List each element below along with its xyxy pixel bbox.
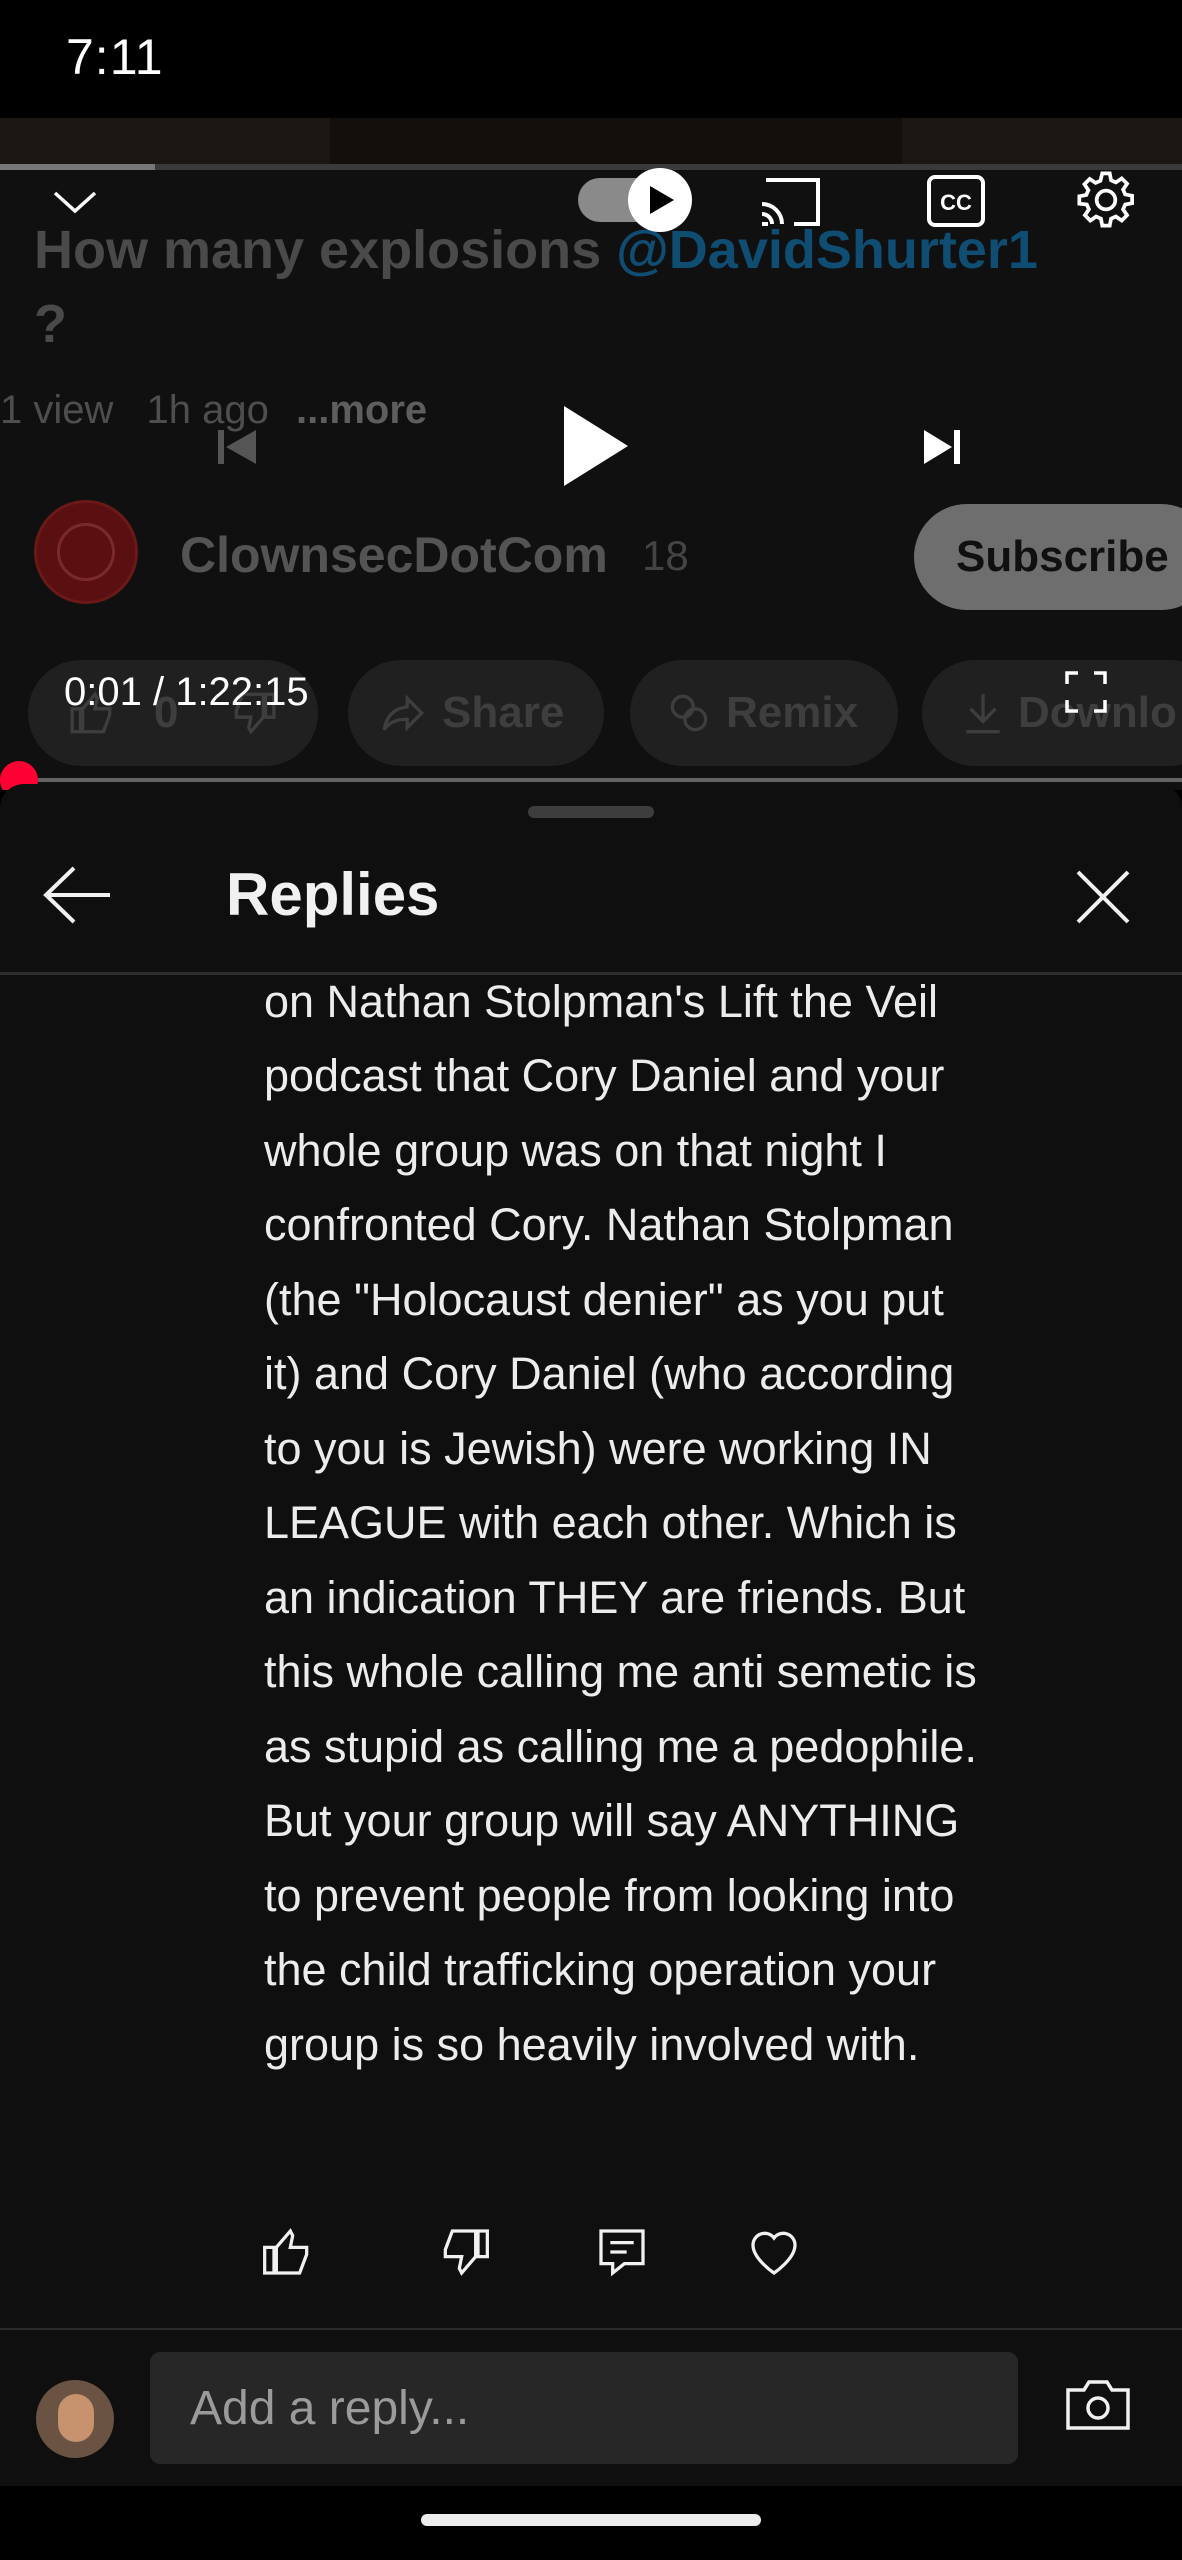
video-title-tail: ? xyxy=(34,294,67,354)
cast-icon[interactable] xyxy=(758,174,824,230)
status-bar: 7:11 xyxy=(0,0,1182,118)
play-icon[interactable] xyxy=(560,404,630,488)
user-avatar xyxy=(36,2380,114,2458)
subscribe-button[interactable]: Subscribe xyxy=(914,504,1182,610)
camera-icon[interactable] xyxy=(1064,2376,1132,2432)
remix-label: Remix xyxy=(726,688,859,737)
previous-icon[interactable] xyxy=(212,422,262,472)
time-readout: 0:01 / 1:22:15 xyxy=(64,670,309,714)
chevron-down-icon[interactable] xyxy=(52,188,98,218)
reply-comment-icon[interactable] xyxy=(594,2224,650,2280)
share-icon xyxy=(382,694,425,732)
svg-text:CC: CC xyxy=(940,190,972,215)
seek-bar[interactable] xyxy=(0,778,1182,782)
home-indicator[interactable] xyxy=(421,2514,761,2526)
thumbs-up-icon[interactable] xyxy=(260,2224,316,2280)
reply-input[interactable] xyxy=(150,2352,1018,2464)
channel-avatar[interactable] xyxy=(34,500,138,604)
next-icon[interactable] xyxy=(920,424,966,470)
more-link[interactable]: ...more xyxy=(296,388,427,432)
subscriber-count: 18 xyxy=(642,532,689,579)
thumbs-down-icon[interactable] xyxy=(436,2224,492,2280)
channel-name[interactable]: ClownsecDotCom xyxy=(180,526,608,584)
share-button[interactable]: Share xyxy=(348,660,604,766)
close-icon[interactable] xyxy=(1074,868,1132,926)
heart-icon[interactable] xyxy=(746,2224,802,2280)
remix-button[interactable]: Remix xyxy=(630,660,898,766)
back-arrow-icon[interactable] xyxy=(40,862,114,928)
video-player[interactable]: How many explosions @DavidShurter1 ? 1 v… xyxy=(0,118,1182,790)
comment-text: even know each other. But it WAS on Nath… xyxy=(264,975,977,2070)
reply-comment: even know each other. But it WAS on Nath… xyxy=(0,975,1182,2110)
video-title: How many explosions @DavidShurter1 ? xyxy=(34,213,1182,361)
download-icon xyxy=(966,694,1000,734)
view-count: 1 view xyxy=(0,388,114,432)
panel-title: Replies xyxy=(226,861,440,928)
fullscreen-icon[interactable] xyxy=(1064,670,1108,714)
replies-panel: Replies even know each other. But it WAS… xyxy=(0,784,1182,2486)
settings-gear-icon[interactable] xyxy=(1074,168,1138,232)
composer-divider xyxy=(0,2328,1182,2330)
download-button[interactable]: Downlo xyxy=(922,660,1182,766)
autoplay-play-icon xyxy=(650,186,674,214)
captions-icon[interactable]: CC xyxy=(926,174,986,228)
drag-handle[interactable] xyxy=(528,806,654,818)
remix-icon xyxy=(670,694,708,732)
video-title-text: How many explosions xyxy=(34,220,602,280)
status-time: 7:11 xyxy=(66,29,164,85)
share-label: Share xyxy=(442,688,565,737)
title-mention-link[interactable]: @DavidShurter1 xyxy=(616,220,1038,280)
autoplay-toggle[interactable] xyxy=(578,168,692,232)
